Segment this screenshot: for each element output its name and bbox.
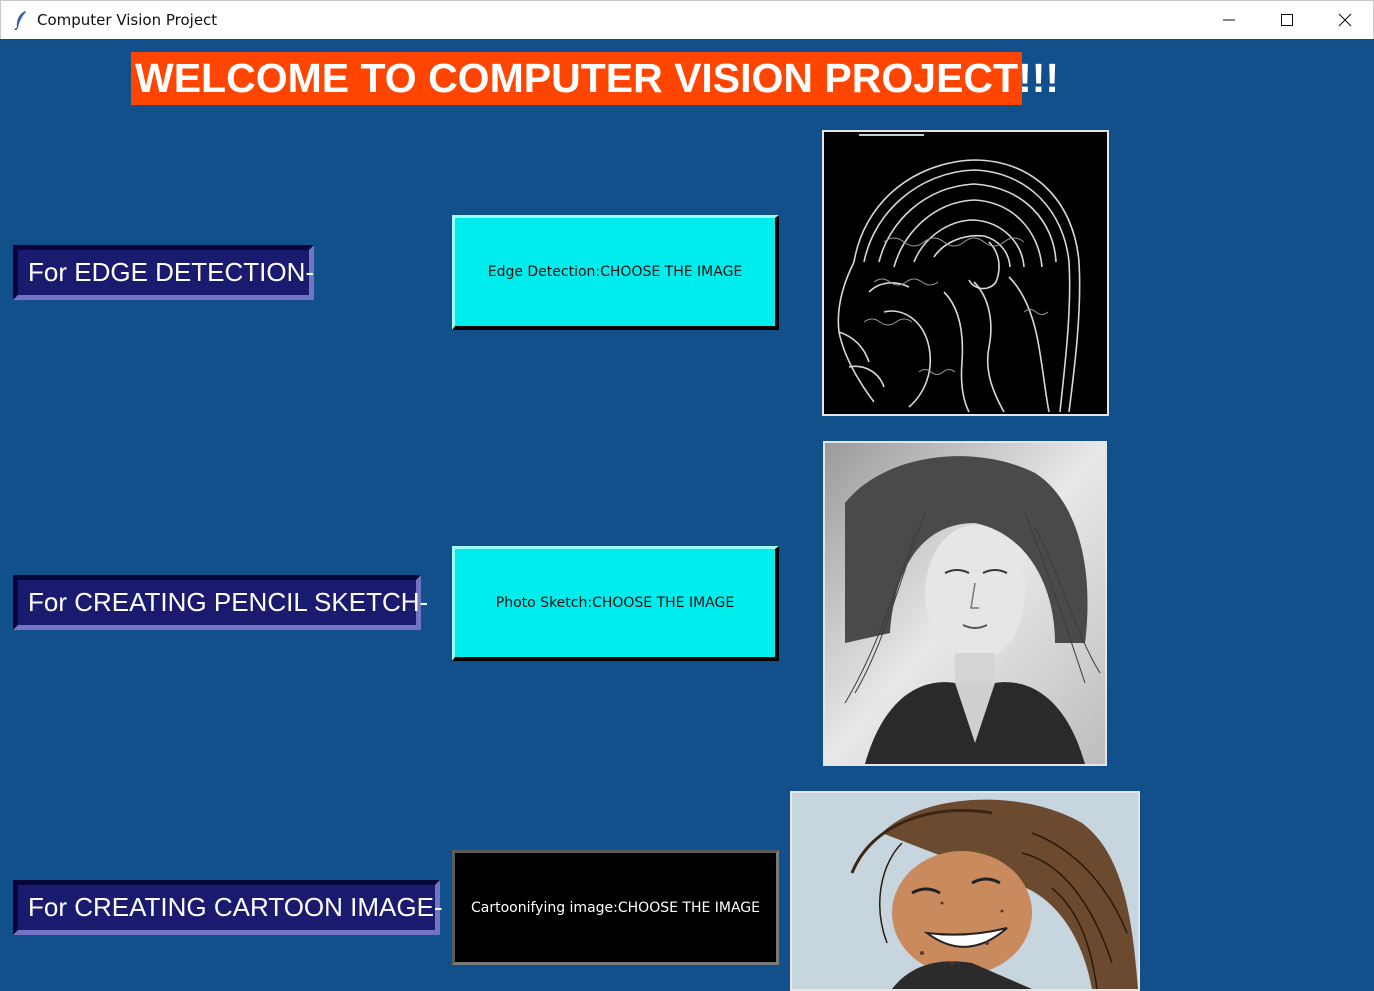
close-button[interactable]: [1316, 1, 1374, 39]
maximize-icon: [1281, 14, 1293, 26]
window-title: Computer Vision Project: [37, 11, 218, 29]
maximize-button[interactable]: [1258, 1, 1316, 39]
cartoonify-choose-button[interactable]: Cartoonifying image:CHOOSE THE IMAGE: [452, 850, 779, 965]
welcome-banner: WELCOME TO COMPUTER VISION PROJECT!!!: [131, 52, 1059, 105]
edge-detected-brain-image: [822, 130, 1109, 416]
pencil-sketch-portrait-image: [823, 441, 1107, 766]
pencil-sketch-label: For CREATING PENCIL SKETCH-: [13, 575, 428, 630]
feather-icon: [13, 10, 29, 31]
photo-sketch-choose-button[interactable]: Photo Sketch:CHOOSE THE IMAGE: [452, 546, 779, 661]
edge-detection-label: For EDGE DETECTION-: [13, 245, 314, 300]
cartoon-portrait-image: [790, 791, 1140, 991]
edge-detection-choose-button[interactable]: Edge Detection:CHOOSE THE IMAGE: [452, 215, 779, 330]
close-icon: [1338, 13, 1352, 27]
cartoon-image-label: For CREATING CARTOON IMAGE-: [13, 880, 443, 935]
main-panel: WELCOME TO COMPUTER VISION PROJECT!!! Fo…: [0, 39, 1374, 991]
minimize-button[interactable]: [1200, 1, 1258, 39]
title-bar: Computer Vision Project: [0, 0, 1374, 40]
minimize-icon: [1223, 19, 1235, 21]
